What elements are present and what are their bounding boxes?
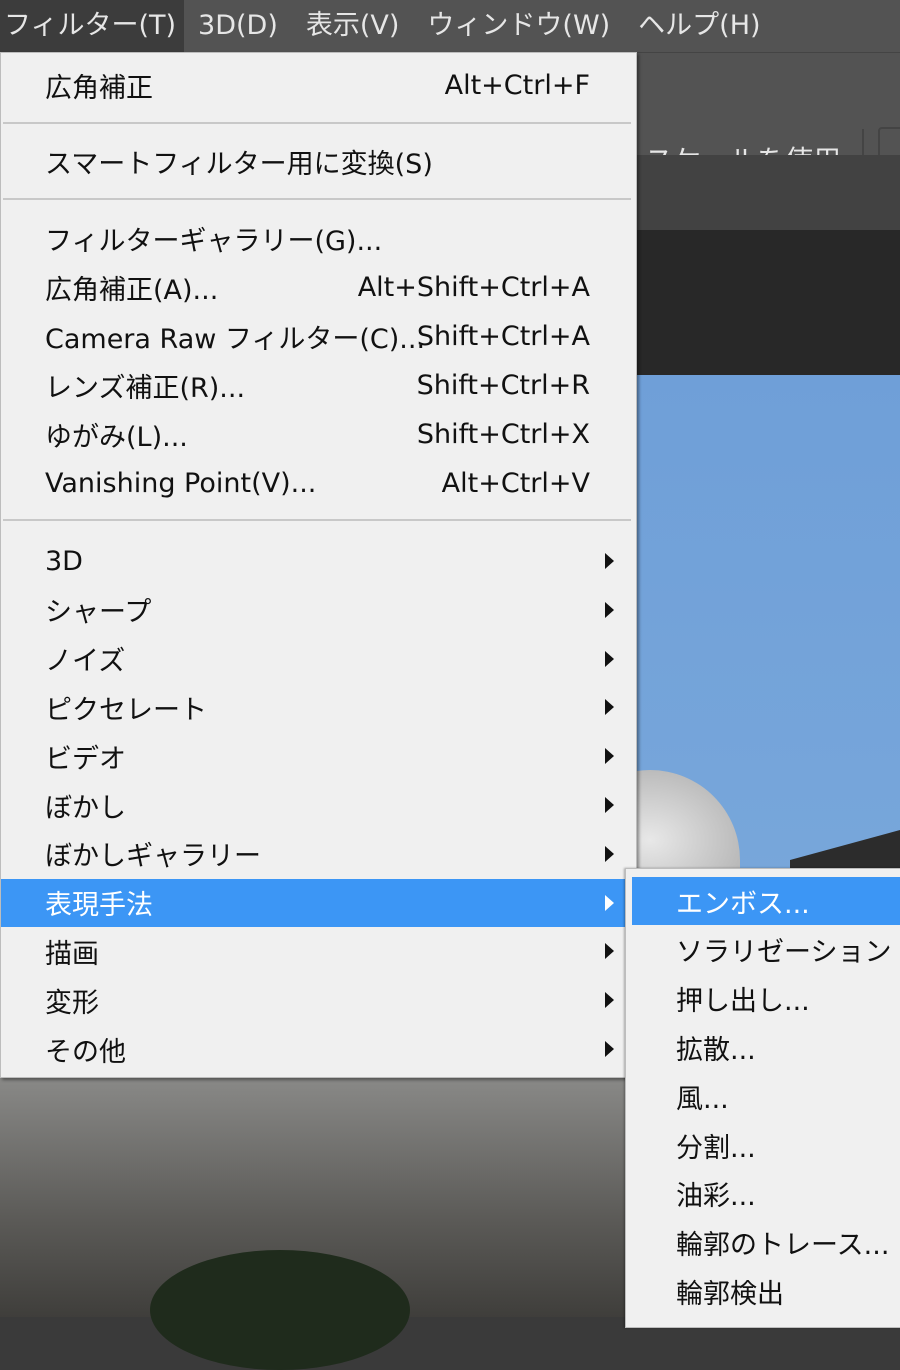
submenu-item[interactable]: その他: [1, 1025, 636, 1073]
menu-3d[interactable]: 3D(D): [184, 0, 292, 52]
menu-bar: フィルター(T) 3D(D) 表示(V) ウィンドウ(W) ヘルプ(H): [0, 0, 900, 52]
menu-window[interactable]: ウィンドウ(W): [413, 0, 624, 52]
submenu-item[interactable]: 輪郭検出: [632, 1267, 900, 1315]
menu-item-label: シャープ: [45, 597, 152, 629]
submenu-item[interactable]: 油彩...: [632, 1170, 900, 1218]
submenu-arrow-icon: [605, 748, 614, 765]
menu-item-label: 3D: [45, 545, 83, 577]
image-tree: [150, 1250, 410, 1370]
menu-filter[interactable]: フィルター(T): [0, 0, 185, 52]
menu-item-label: ピクセレート: [45, 694, 207, 726]
submenu-item[interactable]: 表現手法: [1, 878, 631, 927]
menu-item-label: ぼかし: [45, 792, 126, 824]
submenu-item[interactable]: エンボス...: [632, 877, 900, 925]
submenu-item[interactable]: 風...: [632, 1072, 900, 1120]
menu-item-label: 油彩...: [676, 1181, 756, 1213]
menu-help[interactable]: ヘルプ(H): [624, 0, 774, 52]
menu-item-label: ソラリゼーション: [676, 937, 892, 969]
shortcut: Alt+Ctrl+V: [441, 467, 590, 499]
menu-item[interactable]: ゆがみ(L)... Shift+Ctrl+X: [1, 410, 636, 458]
menu-item-label: ビデオ: [45, 743, 126, 775]
menu-item-label: 風...: [676, 1083, 729, 1115]
submenu-arrow-icon: [605, 943, 614, 960]
filter-menu: 広角補正 Alt+Ctrl+F スマートフィルター用に変換(S) フィルターギャ…: [0, 52, 637, 1078]
menu-item-label: 分割...: [676, 1132, 756, 1164]
submenu-item[interactable]: 描画: [1, 927, 636, 975]
submenu-item[interactable]: ビデオ: [1, 732, 636, 780]
shortcut: Shift+Ctrl+A: [416, 320, 590, 352]
menu-item-label: ぼかしギャラリー: [45, 841, 261, 873]
submenu-item[interactable]: ソラリゼーション: [632, 926, 900, 974]
submenu-arrow-icon: [605, 894, 614, 911]
submenu-arrow-icon: [605, 845, 614, 862]
menu-item-label: 輪郭検出: [676, 1278, 784, 1310]
menu-item-last-filter[interactable]: 広角補正 Alt+Ctrl+F: [1, 61, 636, 109]
submenu-item[interactable]: シャープ: [1, 586, 636, 634]
menu-item-label: 輪郭のトレース...: [676, 1230, 890, 1262]
submenu-arrow-icon: [605, 553, 614, 569]
submenu-item[interactable]: 変形: [1, 976, 636, 1024]
menu-item-convert-smart-filter[interactable]: スマートフィルター用に変換(S): [1, 137, 636, 185]
menu-item-label: 広角補正: [45, 72, 153, 104]
menu-item[interactable]: Vanishing Point(V)... Alt+Ctrl+V: [1, 459, 636, 507]
shortcut: Shift+Ctrl+X: [416, 418, 590, 450]
menu-item-label: 拡散...: [676, 1034, 756, 1066]
menu-item[interactable]: Camera Raw フィルター(C)... Shift+Ctrl+A: [1, 312, 636, 360]
submenu-arrow-icon: [605, 1041, 614, 1057]
submenu-item[interactable]: ぼかし: [1, 781, 636, 829]
shortcut: Alt+Shift+Ctrl+A: [357, 271, 590, 303]
menu-item-label: ノイズ: [45, 646, 126, 678]
submenu-item[interactable]: ぼかしギャラリー: [1, 830, 636, 878]
menu-item-label: 表現手法: [45, 890, 153, 922]
submenu-arrow-icon: [605, 992, 614, 1009]
submenu-arrow-icon: [605, 699, 614, 716]
menu-item-label: その他: [45, 1036, 126, 1068]
menu-item[interactable]: フィルターギャラリー(G)...: [1, 214, 636, 262]
menu-item-label: スマートフィルター用に変換(S): [45, 148, 433, 180]
submenu-item[interactable]: 3D: [1, 537, 636, 585]
submenu-arrow-icon: [605, 601, 614, 618]
separator: [3, 122, 631, 124]
submenu-item[interactable]: 輪郭のトレース...: [632, 1219, 900, 1267]
separator: [3, 198, 631, 200]
submenu-item[interactable]: ピクセレート: [1, 683, 636, 731]
menu-view[interactable]: 表示(V): [292, 0, 414, 52]
submenu-arrow-icon: [605, 797, 614, 813]
shortcut: Alt+Ctrl+F: [444, 69, 590, 101]
shortcut: Shift+Ctrl+R: [416, 369, 590, 401]
menu-item-label: 描画: [45, 938, 99, 970]
submenu-item[interactable]: 分割...: [632, 1121, 900, 1169]
menu-item-label: フィルターギャラリー(G)...: [45, 225, 383, 257]
submenu-item[interactable]: 押し出し...: [632, 975, 900, 1023]
menu-item-label: Vanishing Point(V)...: [45, 467, 317, 499]
menu-item-label: 広角補正(A)...: [45, 274, 219, 306]
submenu-item[interactable]: 拡散...: [632, 1023, 900, 1071]
submenu-arrow-icon: [605, 650, 614, 667]
menu-item[interactable]: 広角補正(A)... Alt+Shift+Ctrl+A: [1, 263, 636, 311]
menu-item[interactable]: レンズ補正(R)... Shift+Ctrl+R: [1, 361, 636, 409]
menu-item-label: 変形: [45, 987, 99, 1019]
separator: [3, 519, 631, 521]
menu-item-label: Camera Raw フィルター(C)...: [45, 323, 426, 355]
menu-item-label: ゆがみ(L)...: [45, 421, 188, 453]
menu-item-label: 押し出し...: [676, 986, 810, 1018]
menu-item-label: エンボス...: [676, 888, 810, 920]
stylize-submenu: エンボス... ソラリゼーション 押し出し... 拡散... 風... 分割... 油彩..…: [625, 868, 900, 1328]
menu-item-label: レンズ補正(R)...: [45, 372, 246, 404]
submenu-item[interactable]: ノイズ: [1, 635, 636, 683]
